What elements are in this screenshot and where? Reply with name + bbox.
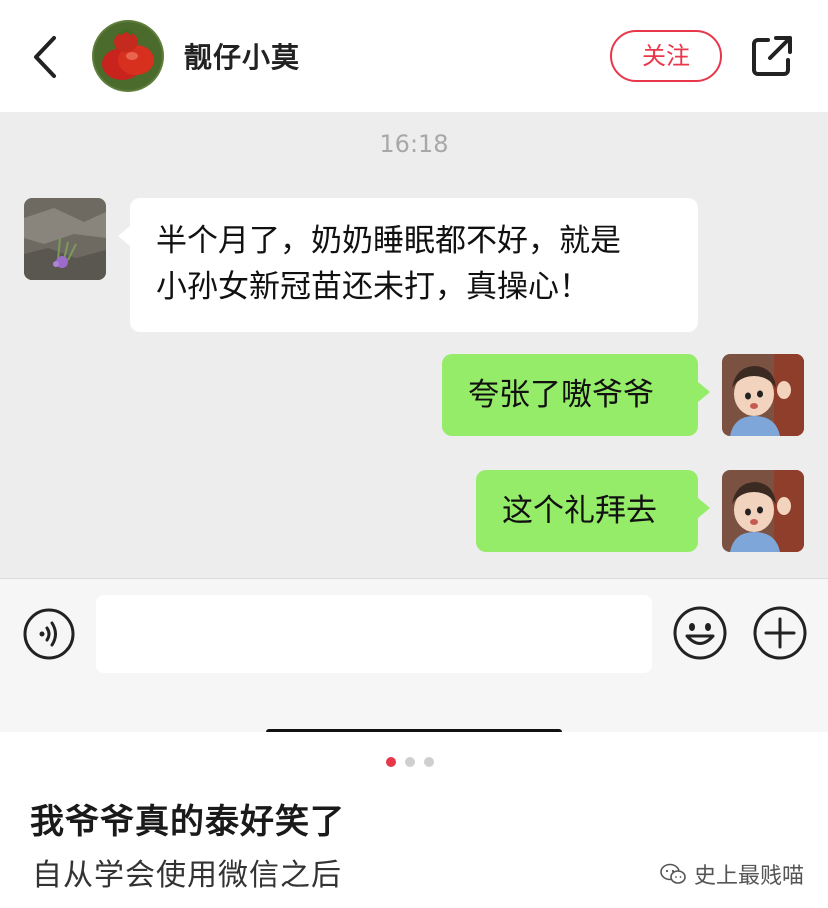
bubble-tail [698, 498, 710, 518]
avatar[interactable] [92, 20, 164, 92]
message-bubble[interactable]: 夸张了嗷爷爷 [442, 354, 698, 436]
share-icon[interactable] [750, 34, 794, 78]
message-text: 这个礼拜去 [502, 493, 657, 529]
message-text: 小孙女新冠苗还未打，真操心！ [156, 269, 590, 305]
my-avatar[interactable] [722, 470, 804, 552]
bubble-tail [118, 226, 130, 246]
message-bubble[interactable]: 半个月了，奶奶睡眠都不好，就是 小孙女新冠苗还未打，真操心！ [130, 198, 698, 332]
watermark: 史上最贱喵 [660, 858, 804, 890]
post-section: 我爷爷真的泰好笑了 自从学会使用微信之后 史上最贱喵 [0, 732, 828, 908]
chat-area[interactable]: 16:18 半个月了，奶奶睡眠都不好，就是 小孙女新冠苗还未打，真操心！ 夸张了… [0, 112, 828, 578]
page-indicator[interactable] [386, 752, 443, 767]
voice-icon[interactable] [22, 607, 76, 661]
page-title: 靓仔小莫 [184, 41, 301, 74]
input-bar [0, 578, 828, 735]
watermark-text: 史上最贱喵 [693, 864, 804, 889]
message-timestamp: 16:18 [379, 130, 449, 158]
page-dot-active[interactable] [386, 757, 396, 767]
message-bubble[interactable]: 这个礼拜去 [476, 470, 698, 552]
message-input[interactable] [96, 595, 652, 673]
chat-header: 靓仔小莫 关注 [0, 0, 828, 112]
plus-icon[interactable] [752, 605, 808, 661]
emoji-icon[interactable] [672, 605, 728, 661]
post-title: 我爷爷真的泰好笑了 [30, 802, 345, 842]
page-dot[interactable] [424, 757, 434, 767]
follow-button[interactable]: 关注 [610, 30, 722, 82]
back-icon[interactable] [28, 34, 68, 80]
message-text: 半个月了，奶奶睡眠都不好，就是 [156, 223, 621, 259]
bubble-tail [698, 382, 710, 402]
page-dot[interactable] [405, 757, 415, 767]
my-avatar[interactable] [722, 354, 804, 436]
message-text: 夸张了嗷爷爷 [468, 377, 654, 413]
wechat-icon [660, 863, 686, 884]
contact-avatar[interactable] [24, 198, 106, 280]
post-subtitle: 自从学会使用微信之后 [32, 858, 342, 893]
